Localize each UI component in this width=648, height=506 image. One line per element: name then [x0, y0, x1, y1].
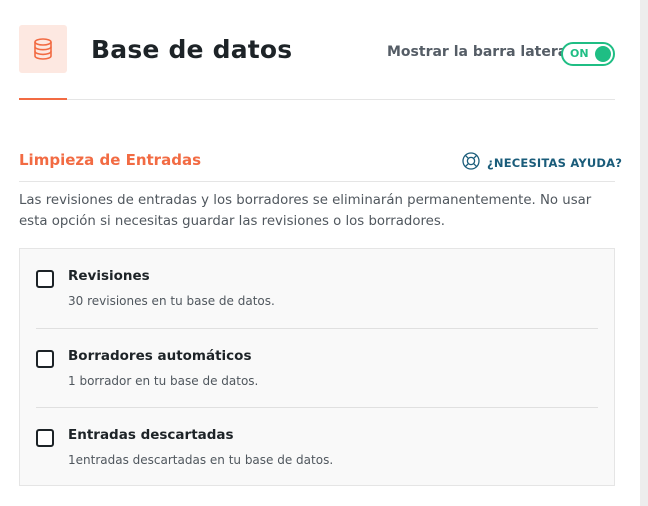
help-link-label: ¿NECESITAS AYUDA?	[487, 156, 623, 170]
page-title: Base de datos	[91, 35, 293, 64]
option-label: Entradas descartadas	[68, 427, 234, 443]
sidebar-toggle-label: Mostrar la barra lateral	[387, 44, 573, 60]
option-description: 30 revisiones en tu base de datos.	[68, 294, 275, 308]
toggle-knob	[595, 46, 611, 62]
option-label: Revisiones	[68, 268, 150, 284]
trashed-posts-checkbox[interactable]	[36, 429, 54, 447]
page-header: Base de datos Mostrar la barra lateral O…	[19, 25, 615, 100]
active-tab-indicator	[19, 98, 67, 100]
section-description: Las revisiones de entradas y los borrado…	[19, 193, 592, 229]
option-auto-drafts[interactable]: Borradores automáticos 1 borrador en tu …	[36, 328, 598, 407]
section-divider	[19, 181, 615, 182]
toggle-state-text: ON	[570, 47, 589, 60]
option-revisions[interactable]: Revisiones 30 revisiones en tu base de d…	[36, 249, 598, 328]
option-description: 1 borrador en tu base de datos.	[68, 374, 259, 388]
cleanup-options: Revisiones 30 revisiones en tu base de d…	[19, 248, 615, 486]
sidebar-toggle[interactable]: ON	[561, 42, 615, 66]
revisions-checkbox[interactable]	[36, 270, 54, 288]
auto-drafts-checkbox[interactable]	[36, 350, 54, 368]
help-link[interactable]: ¿NECESITAS AYUDA?	[461, 151, 622, 175]
database-icon	[19, 25, 67, 73]
section-title: Limpieza de Entradas	[19, 151, 201, 169]
lifebuoy-icon	[461, 151, 481, 175]
option-description: 1entradas descartadas en tu base de dato…	[68, 453, 334, 467]
option-trashed-posts[interactable]: Entradas descartadas 1entradas descartad…	[36, 407, 598, 486]
page-scrollbar[interactable]	[640, 0, 648, 506]
header-divider	[19, 99, 615, 100]
option-label: Borradores automáticos	[68, 348, 252, 364]
